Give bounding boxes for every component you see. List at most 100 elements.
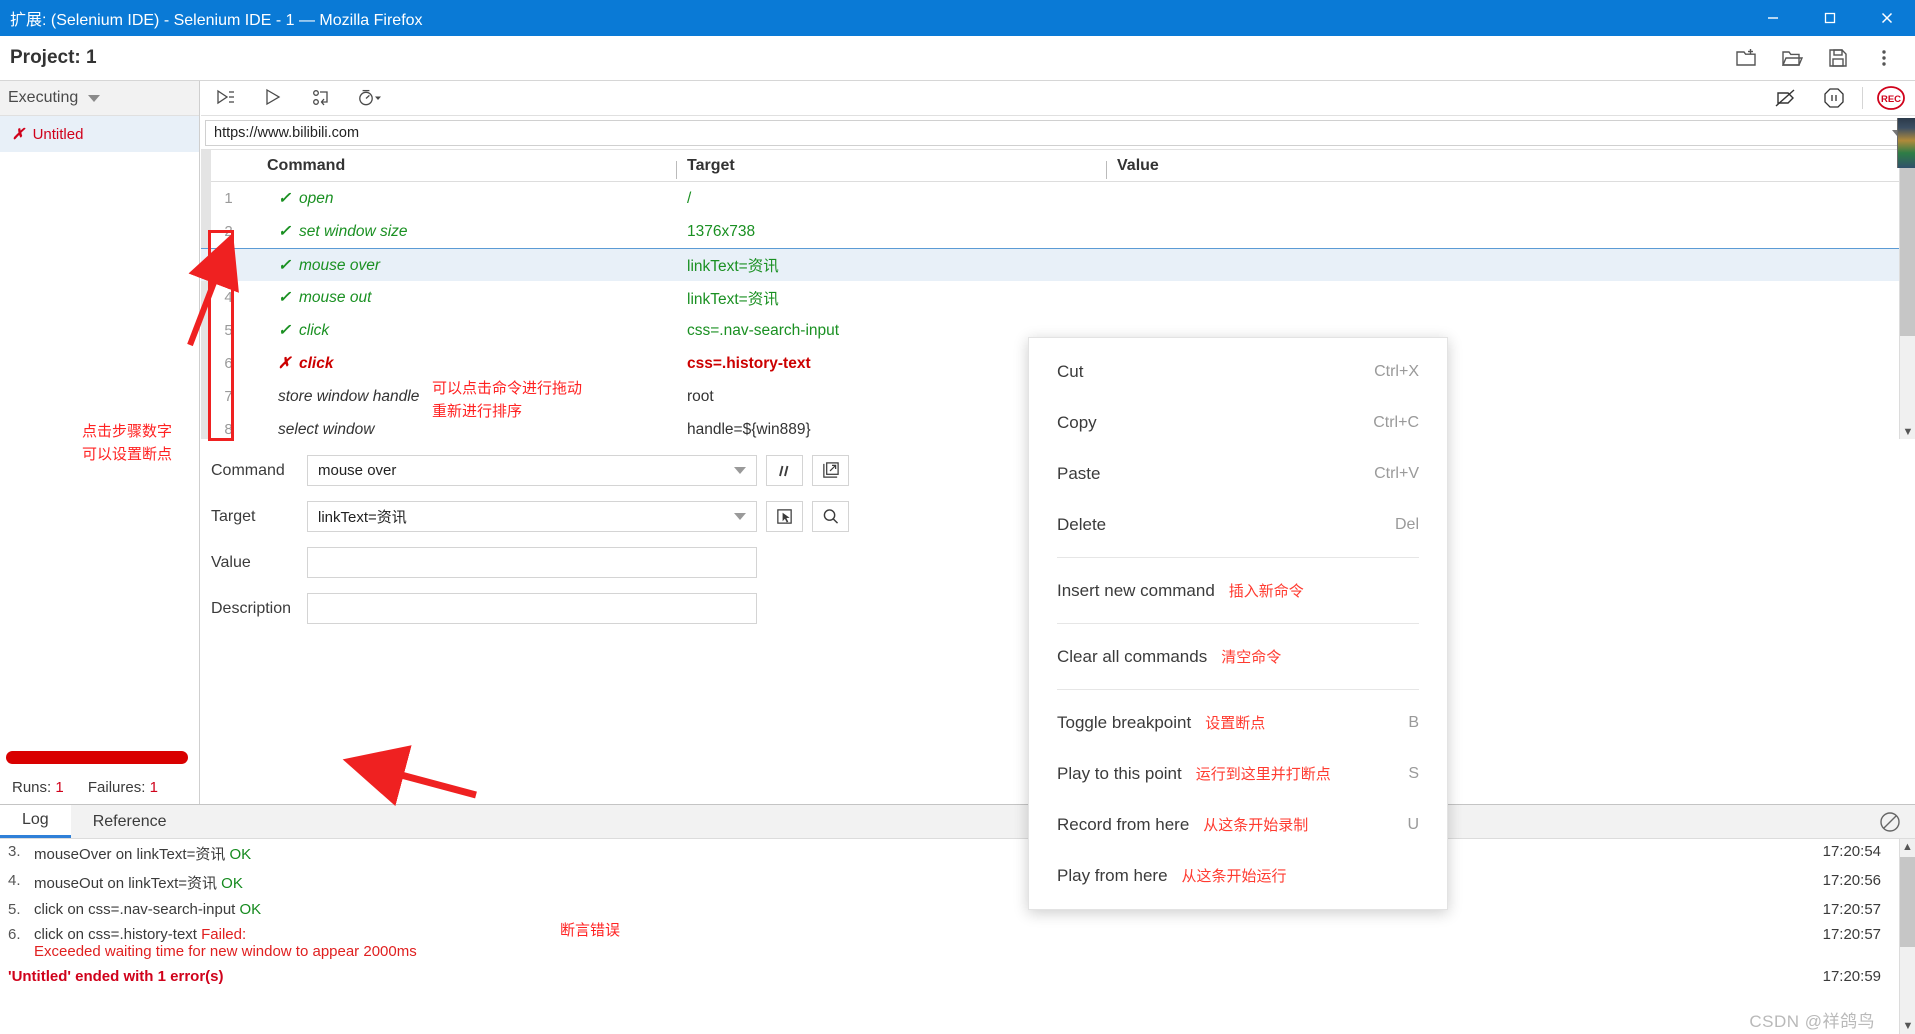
row-command[interactable]: ✓ open	[256, 189, 676, 208]
test-name-label: Untitled	[32, 125, 84, 143]
row-number[interactable]: 1	[201, 190, 256, 207]
menu-item-play-to-this-point[interactable]: Play to this point 运行到这里并打断点 S	[1029, 748, 1447, 799]
row-target[interactable]: linkText=资讯	[676, 287, 1106, 309]
minimize-button[interactable]	[1744, 0, 1801, 36]
record-icon[interactable]: REC	[1867, 81, 1915, 116]
menu-item-insert-new-command[interactable]: Insert new command 插入新命令	[1029, 565, 1447, 616]
log-entry-message: mouseOver on linkText=资讯 OK	[34, 843, 1795, 864]
save-project-icon[interactable]	[1815, 36, 1861, 81]
page-title: Project: 1	[10, 47, 97, 68]
column-divider[interactable]	[676, 160, 677, 179]
log-entry-status: OK	[239, 901, 262, 918]
table-row[interactable]: 3 ✓ mouse over linkText=资讯	[201, 248, 1915, 281]
table-header-value-label: Value	[1117, 156, 1159, 174]
row-command[interactable]: ✓ set window size	[256, 222, 676, 241]
play-current-test-icon[interactable]	[249, 81, 297, 116]
status-ok-icon: ✓	[278, 256, 291, 274]
select-target-icon[interactable]	[766, 501, 803, 532]
run-stats: Runs: 1 Failures: 1	[12, 779, 158, 796]
row-target[interactable]: 1376x738	[676, 223, 1106, 241]
table-scrollbar[interactable]: ▲ ▼	[1899, 150, 1915, 439]
menu-item-shortcut: Del	[1394, 515, 1419, 533]
menu-item-annotation: 从这条开始运行	[1181, 868, 1287, 885]
log-scrollbar[interactable]: ▲ ▼	[1899, 839, 1915, 1034]
annotation-drag-hint: 可以点击命令进行拖动 重新进行排序	[432, 377, 582, 424]
annotation-breakpoint-hint: 点击步骤数字 可以设置断点	[82, 421, 172, 466]
scrollbar-thumb[interactable]	[1900, 168, 1915, 336]
log-entry-time: 17:20:56	[1822, 872, 1881, 889]
table-header-command: Command	[267, 156, 346, 174]
maximize-button[interactable]	[1801, 0, 1858, 36]
speed-control-icon[interactable]	[345, 81, 393, 116]
row-command[interactable]: ✓ mouse out	[256, 288, 676, 307]
disable-breakpoints-icon[interactable]	[1762, 81, 1810, 116]
table-row[interactable]: 2 ✓ set window size 1376x738	[201, 215, 1915, 248]
runs-value: 1	[55, 779, 64, 796]
table-row[interactable]: 4 ✓ mouse out linkText=资讯	[201, 281, 1915, 314]
base-url-value: https://www.bilibili.com	[214, 124, 360, 141]
target-input[interactable]: linkText=资讯	[307, 501, 757, 532]
table-row[interactable]: 1 ✓ open /	[201, 182, 1915, 215]
open-editor-icon[interactable]	[812, 455, 849, 486]
status-ok-icon: ✓	[278, 289, 291, 306]
menu-item-delete[interactable]: Delete Del	[1029, 499, 1447, 550]
step-over-icon[interactable]	[297, 81, 345, 116]
menu-item-clear-all-commands[interactable]: Clear all commands 清空命令	[1029, 631, 1447, 682]
log-entry-detail: Exceeded waiting time for new window to …	[34, 943, 417, 960]
row-command-label: mouse out	[299, 289, 372, 306]
chevron-down-icon[interactable]	[734, 467, 746, 474]
row-command[interactable]: ✗ click	[256, 354, 676, 373]
column-divider[interactable]	[1106, 160, 1107, 179]
run-toolbar: REC	[201, 81, 1915, 116]
close-button[interactable]	[1858, 0, 1915, 36]
scroll-down-icon[interactable]: ▼	[1900, 424, 1915, 439]
clear-log-icon[interactable]	[1877, 809, 1903, 835]
sidebar-item-untitled-test[interactable]: ✗ Untitled	[0, 116, 199, 152]
menu-item-annotation: 设置断点	[1205, 715, 1266, 732]
menu-item-label: Copy	[1057, 412, 1097, 432]
scrollbar-thumb[interactable]	[1900, 857, 1915, 947]
tab-reference[interactable]: Reference	[71, 805, 189, 838]
chevron-down-icon[interactable]	[734, 513, 746, 520]
more-options-icon[interactable]	[1861, 36, 1907, 81]
scroll-down-icon[interactable]: ▼	[1900, 1018, 1915, 1034]
sidebar-mode-selector[interactable]: Executing	[0, 81, 199, 116]
row-command[interactable]: ✓ mouse over	[256, 256, 676, 275]
base-url-input[interactable]: https://www.bilibili.com	[205, 119, 1911, 146]
play-all-tests-icon[interactable]	[201, 81, 249, 116]
menu-item-play-from-here[interactable]: Play from here 从这条开始运行	[1029, 850, 1447, 901]
menu-item-paste[interactable]: Paste Ctrl+V	[1029, 448, 1447, 499]
scroll-up-icon[interactable]: ▲	[1900, 839, 1915, 855]
menu-item-annotation: 从这条开始录制	[1203, 817, 1309, 834]
value-label: Value	[211, 553, 251, 571]
menu-item-record-from-here[interactable]: Record from here 从这条开始录制 U	[1029, 799, 1447, 850]
menu-item-toggle-breakpoint[interactable]: Toggle breakpoint 设置断点 B	[1029, 697, 1447, 748]
pause-icon[interactable]	[1810, 81, 1858, 116]
description-input[interactable]	[307, 593, 757, 624]
row-target[interactable]: /	[676, 190, 1106, 208]
menu-item-annotation: 插入新命令	[1228, 583, 1304, 600]
menu-item-label: Insert new command	[1057, 580, 1215, 600]
find-target-icon[interactable]	[812, 501, 849, 532]
selenium-ide-window: 扩展: (Selenium IDE) - Selenium IDE - 1 — …	[0, 0, 1915, 1034]
row-command[interactable]: ✓ click	[256, 321, 676, 340]
new-project-icon[interactable]	[1723, 36, 1769, 81]
value-input[interactable]	[307, 547, 757, 578]
row-command-label: select window	[278, 420, 375, 438]
menu-item-copy[interactable]: Copy Ctrl+C	[1029, 397, 1447, 448]
annotation-breakpoint-line2: 可以设置断点	[82, 445, 173, 463]
table-header-row: Command Target Value	[201, 150, 1915, 182]
row-command-label: mouse over	[299, 256, 380, 274]
log-entry-index: 5.	[8, 901, 21, 918]
open-project-icon[interactable]	[1769, 36, 1815, 81]
menu-separator	[1057, 689, 1419, 690]
failure-progress-bar	[6, 751, 188, 764]
comment-toggle-icon[interactable]	[766, 455, 803, 486]
row-target[interactable]: linkText=资讯	[676, 254, 1106, 276]
menu-item-annotation: 清空命令	[1221, 649, 1282, 666]
command-input[interactable]: mouse over	[307, 455, 757, 486]
log-entries: 3. mouseOver on linkText=资讯 OK 17:20:54 4. m…	[0, 839, 1915, 1034]
row-command-label: open	[299, 190, 334, 207]
menu-item-cut[interactable]: Cut Ctrl+X	[1029, 346, 1447, 397]
tab-log[interactable]: Log	[0, 805, 71, 838]
